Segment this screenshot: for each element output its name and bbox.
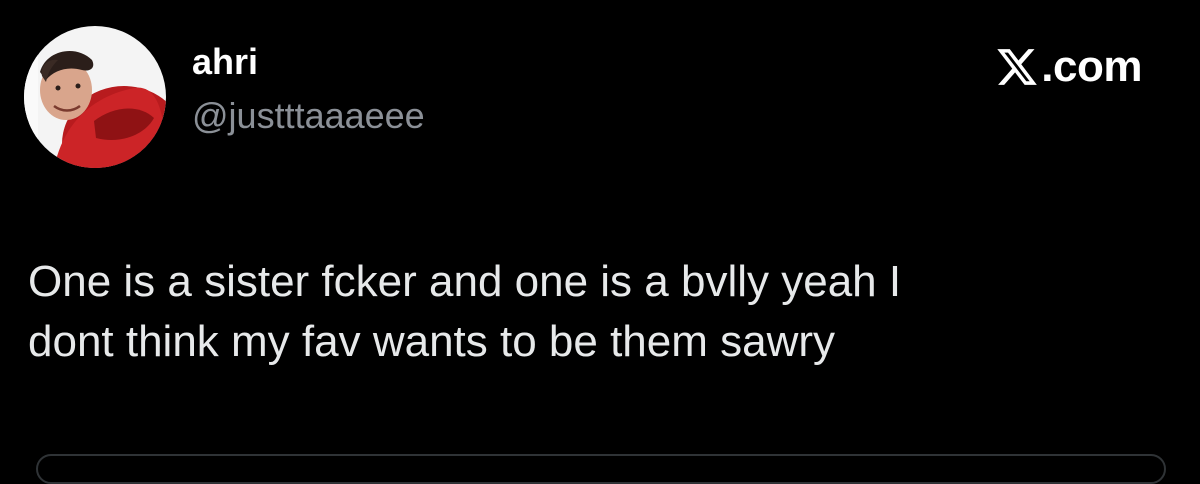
brand-text: .com <box>1041 42 1142 91</box>
x-logo-icon <box>994 45 1040 89</box>
tweet-text-line: One is a sister fcker and one is a bvlly… <box>28 257 902 306</box>
tweet-text-line: dont think my fav wants to be them sawry <box>28 317 836 366</box>
avatar[interactable] <box>24 26 166 168</box>
user-handle[interactable]: @justttaaaeee <box>192 94 425 138</box>
profile-photo-image <box>24 26 166 168</box>
author-block: ahri @justttaaaeee <box>192 40 425 138</box>
quoted-card-edge[interactable] <box>36 454 1166 484</box>
tweet-card: ahri @justttaaaeee .com One is a sister … <box>0 0 1200 484</box>
display-name[interactable]: ahri <box>192 40 425 84</box>
tweet-text: One is a sister fcker and one is a bvlly… <box>28 252 1168 372</box>
brand-watermark[interactable]: .com <box>994 42 1142 92</box>
